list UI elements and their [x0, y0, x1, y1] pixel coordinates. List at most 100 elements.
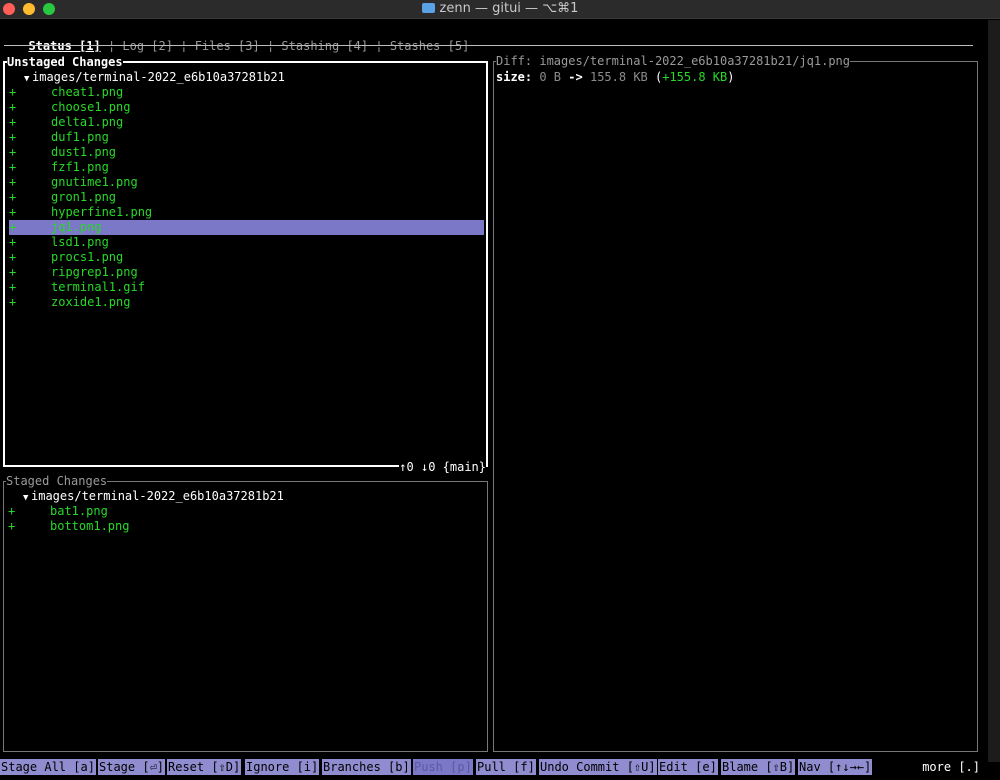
tab-log[interactable]: Log [2]	[122, 39, 173, 53]
tab-divider	[4, 45, 973, 46]
added-status: +	[9, 85, 17, 99]
file-row[interactable]: + procs1.png	[9, 250, 484, 265]
file-name: hyperfine1.png	[51, 205, 153, 219]
file-row[interactable]: + lsd1.png	[9, 235, 484, 250]
added-status: +	[9, 220, 17, 234]
old-size: 0 B	[539, 70, 562, 84]
reset-command[interactable]: Reset [⇧D]	[167, 759, 242, 775]
added-status: +	[9, 145, 17, 159]
file-row[interactable]: + choose1.png	[9, 100, 484, 115]
file-name: delta1.png	[51, 115, 124, 129]
folder-icon	[421, 3, 435, 13]
file-row[interactable]: + gron1.png	[9, 190, 484, 205]
size-arrow: ->	[568, 70, 583, 84]
file-row[interactable]: + delta1.png	[9, 115, 484, 130]
directory-row[interactable]: ▼ images/terminal-2022_e6b10a37281b21	[8, 489, 483, 504]
added-status: +	[9, 130, 17, 144]
more-command[interactable]: more [.]	[922, 759, 980, 775]
stage-all-command[interactable]: Stage All [a]	[0, 759, 96, 775]
edit-command[interactable]: Edit [e]	[658, 759, 718, 775]
tab-separator: ¦	[180, 39, 188, 53]
file-name: choose1.png	[51, 100, 131, 114]
diff-content: size: 0 B -> 155.8 KB (+155.8 KB)	[496, 70, 735, 85]
window-title-wrap: zenn — gitui — ⌥⌘1	[0, 1, 1000, 16]
file-row[interactable]: + terminal1.gif	[9, 280, 484, 295]
file-name: terminal1.gif	[51, 280, 145, 294]
added-status: +	[9, 160, 17, 174]
tab-status[interactable]: Status [1]	[28, 39, 100, 53]
tab-files[interactable]: Files [3]	[195, 39, 260, 53]
added-status: +	[9, 280, 17, 294]
file-row[interactable]: + cheat1.png	[9, 85, 484, 100]
directory-row[interactable]: ▼ images/terminal-2022_e6b10a37281b21	[9, 70, 484, 85]
stage-command[interactable]: Stage [⏎]	[98, 759, 166, 775]
file-row[interactable]: + fzf1.png	[9, 160, 484, 175]
file-row[interactable]: + bottom1.png	[8, 519, 483, 534]
window-titlebar: zenn — gitui — ⌥⌘1	[0, 0, 1000, 19]
new-size: 155.8 KB	[589, 70, 648, 84]
file-name: procs1.png	[51, 250, 124, 264]
added-status: +	[9, 265, 17, 279]
file-row[interactable]: + dust1.png	[9, 145, 484, 160]
file-name: lsd1.png	[51, 235, 109, 249]
diff-panel[interactable]: Diff: images/terminal-2022_e6b10a37281b2…	[493, 54, 978, 752]
file-row-selected[interactable]: + jq1.png	[9, 220, 484, 235]
file-name: zoxide1.png	[51, 295, 131, 309]
tab-stashes[interactable]: Stashes [5]	[390, 39, 469, 53]
file-name: bat1.png	[50, 504, 108, 518]
added-status: +	[9, 190, 17, 204]
file-name: bottom1.png	[50, 519, 130, 533]
push-command[interactable]: Push [p]	[413, 759, 473, 775]
file-name: gron1.png	[51, 190, 117, 204]
added-status: +	[9, 205, 17, 219]
nav-command[interactable]: Nav [↑↓→←]	[798, 759, 873, 775]
file-row[interactable]: + ripgrep1.png	[9, 265, 484, 280]
file-row[interactable]: + bat1.png	[8, 504, 483, 519]
added-status: +	[9, 100, 17, 114]
file-row[interactable]: + duf1.png	[9, 130, 484, 145]
unstaged-file-tree: ▼ images/terminal-2022_e6b10a37281b21 + ch…	[9, 70, 484, 310]
paren-close: )	[727, 70, 735, 84]
added-status: +	[9, 175, 17, 189]
added-status: +	[9, 115, 17, 129]
file-name: fzf1.png	[51, 160, 109, 174]
tab-separator: ¦	[375, 39, 383, 53]
file-name: cheat1.png	[51, 85, 124, 99]
command-bar: Stage All [a] Stage [⏎] Reset [⇧D] Ignor…	[0, 759, 1000, 775]
file-row[interactable]: + gnutime1.png	[9, 175, 484, 190]
panel-title: Staged Changes	[6, 474, 108, 488]
directory-name: images/terminal-2022_e6b10a37281b21	[31, 489, 284, 503]
tab-bar: Status [1] ¦ Log [2] ¦ Files [3] ¦ Stash…	[14, 25, 469, 53]
undo-commit-command[interactable]: Undo Commit [⇧U]	[539, 759, 657, 775]
tab-stashing[interactable]: Stashing [4]	[281, 39, 368, 53]
added-status: +	[9, 235, 17, 249]
panel-title: Unstaged Changes	[7, 55, 123, 69]
branch-status: ↑0 ↓0 {main}	[399, 460, 486, 474]
unstaged-changes-panel[interactable]: Unstaged Changes ▼ images/terminal-2022_e…	[3, 55, 488, 474]
file-name: duf1.png	[51, 130, 109, 144]
window-scrollbar[interactable]	[988, 20, 1000, 762]
size-delta: +155.8 KB	[662, 70, 728, 84]
file-name: gnutime1.png	[51, 175, 138, 189]
staged-file-tree: ▼ images/terminal-2022_e6b10a37281b21 + ba…	[8, 489, 483, 534]
added-status: +	[8, 504, 16, 518]
ignore-command[interactable]: Ignore [i]	[245, 759, 320, 775]
added-status: +	[9, 250, 17, 264]
window-title: zenn — gitui — ⌥⌘1	[439, 1, 579, 16]
file-row[interactable]: + zoxide1.png	[9, 295, 484, 310]
tab-separator: ¦	[107, 39, 116, 53]
file-name: ripgrep1.png	[51, 265, 138, 279]
added-status: +	[8, 519, 16, 533]
added-status: +	[9, 295, 17, 309]
branches-command[interactable]: Branches [b]	[322, 759, 411, 775]
file-row[interactable]: + hyperfine1.png	[9, 205, 484, 220]
size-label: size:	[496, 70, 533, 84]
pull-command[interactable]: Pull [f]	[476, 759, 536, 775]
tab-separator: ¦	[266, 39, 275, 53]
blame-command[interactable]: Blame [⇧B]	[721, 759, 796, 775]
panel-title: Diff: images/terminal-2022_e6b10a37281b2…	[496, 54, 851, 68]
directory-name: images/terminal-2022_e6b10a37281b21	[32, 70, 285, 84]
file-name: dust1.png	[51, 145, 117, 159]
file-name: jq1.png	[51, 220, 102, 234]
staged-changes-panel[interactable]: Staged Changes ▼ images/terminal-2022_e6b…	[3, 474, 488, 752]
